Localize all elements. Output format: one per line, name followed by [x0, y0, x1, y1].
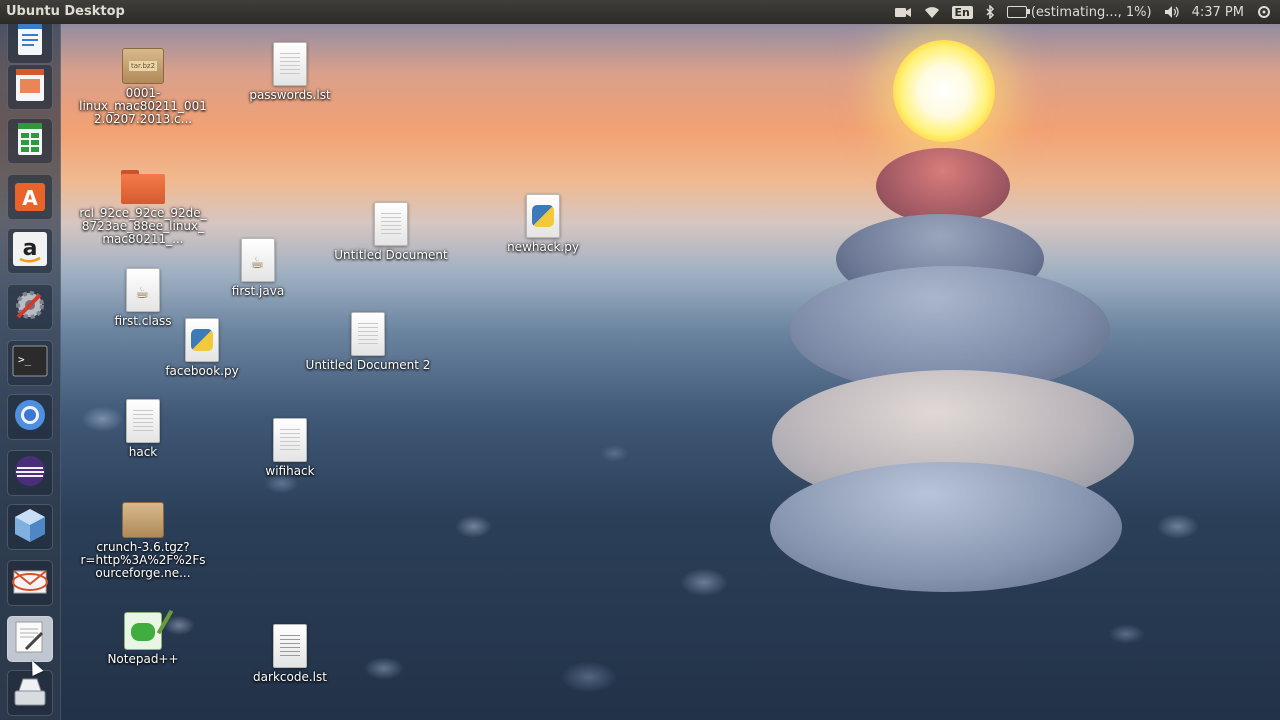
launcher-item-terminal[interactable]: >_ [7, 340, 53, 386]
java-file-icon: ☕ [241, 238, 275, 282]
launcher-item-software-center[interactable]: A [7, 174, 53, 220]
desktop-icon[interactable]: newhack.py [478, 192, 608, 254]
document-icon [126, 399, 160, 443]
desktop-icon[interactable]: darkcode.lst [225, 622, 355, 684]
svg-text:>_: >_ [18, 353, 32, 366]
python-file-icon [185, 318, 219, 362]
launcher-item-amazon[interactable]: a [7, 228, 53, 274]
launcher-item-drive[interactable] [7, 670, 53, 716]
wifi-icon[interactable] [924, 0, 940, 24]
folder-icon [121, 170, 165, 204]
launcher-item-eclipse[interactable] [7, 450, 53, 496]
svg-text:a: a [23, 236, 38, 261]
desktop-icon-label: darkcode.lst [253, 670, 327, 684]
amazon-icon: a [10, 229, 50, 273]
document-icon [351, 312, 385, 356]
desktop-icon-label: 0001-linux_mac80211_0012.0207.2013.c... [79, 86, 207, 126]
keyboard-layout-indicator[interactable]: En [951, 0, 973, 24]
wallpaper-stone [876, 148, 1010, 224]
document-icon [273, 42, 307, 86]
svg-text:A: A [22, 186, 38, 210]
power-gear-icon[interactable] [1256, 0, 1272, 24]
keyboard-icon: En [951, 5, 973, 19]
desktop-icon-label: crunch-3.6.tgz?r=http%3A%2F%2Fsourceforg… [80, 540, 206, 580]
top-panel: Ubuntu Desktop En (estimating..., 1%) 4:… [0, 0, 1280, 24]
camera-icon[interactable] [894, 0, 912, 24]
document-icon [273, 418, 307, 462]
desktop-icon[interactable]: ☕ first.java [193, 236, 323, 298]
python-file-icon [526, 194, 560, 238]
desktop-icon[interactable]: facebook.py [137, 316, 267, 378]
desktop-icon-label: passwords.lst [249, 88, 331, 102]
archive-icon: tar.bz2 [122, 48, 164, 84]
battery-text: (estimating..., 1%) [1030, 4, 1152, 20]
desktop-icon-label: first.java [231, 284, 285, 298]
launcher-item-chromium[interactable] [7, 394, 53, 440]
document-icon [273, 624, 307, 668]
desktop-icon-label: facebook.py [165, 364, 239, 378]
desktop-icon-label: rcl_92ce_92ce_92de_8723ae_88ee_linux_mac… [79, 206, 207, 246]
battery-icon [1006, 6, 1030, 18]
desktop-icon-label: hack [128, 445, 158, 459]
desktop-icon[interactable]: hack [78, 397, 208, 459]
drive-icon [10, 671, 50, 715]
notepad-plus-plus-icon [124, 609, 174, 650]
mail-icon [10, 561, 50, 605]
document-icon [374, 202, 408, 246]
launcher-item-calc[interactable] [7, 118, 53, 164]
java-file-icon: ☕ [126, 268, 160, 312]
launcher: A a >_ [0, 18, 61, 720]
calc-icon [10, 119, 50, 163]
archive-icon [122, 502, 164, 538]
desktop-icon[interactable]: Untitled Document 2 [303, 310, 433, 372]
desktop-icon[interactable]: tar.bz2 0001-linux_mac80211_0012.0207.20… [78, 38, 208, 126]
writer-icon [10, 19, 50, 63]
desktop-icon-label: Untitled Document 2 [305, 358, 431, 372]
eclipse-icon [10, 451, 50, 495]
launcher-item-virtualbox[interactable] [7, 504, 53, 550]
clock[interactable]: 4:37 PM [1192, 0, 1244, 24]
virtualbox-icon [10, 505, 50, 549]
launcher-item-settings[interactable] [7, 284, 53, 330]
desktop-icon[interactable]: rcl_92ce_92ce_92de_8723ae_88ee_linux_mac… [78, 158, 208, 246]
settings-icon [10, 285, 50, 329]
desktop-icon-label: wifihack [265, 464, 315, 478]
indicator-area: En (estimating..., 1%) 4:37 PM [894, 0, 1273, 24]
text-editor-icon [10, 617, 50, 661]
chromium-icon [10, 395, 50, 439]
launcher-item-writer[interactable] [7, 18, 53, 64]
launcher-item-text-editor[interactable] [7, 616, 53, 662]
impress-icon [10, 65, 50, 109]
battery-indicator[interactable]: (estimating..., 1%) [1006, 0, 1152, 24]
desktop-icon-label: Notepad++ [107, 652, 179, 666]
desktop-icon-label: Untitled Document [334, 248, 448, 262]
launcher-item-impress[interactable] [7, 64, 53, 110]
wallpaper-sun [893, 40, 995, 142]
volume-icon[interactable] [1164, 0, 1180, 24]
software-center-icon: A [10, 175, 50, 219]
desktop-icon[interactable]: Notepad++ [78, 604, 208, 666]
panel-title: Ubuntu Desktop [6, 4, 125, 19]
desktop-icon[interactable]: wifihack [225, 416, 355, 478]
desktop-icon[interactable]: passwords.lst [225, 40, 355, 102]
wallpaper-stone [770, 462, 1122, 592]
desktop-icon[interactable]: Untitled Document [326, 200, 456, 262]
launcher-item-mail[interactable] [7, 560, 53, 606]
bluetooth-icon[interactable] [985, 0, 995, 24]
desktop-icon[interactable]: crunch-3.6.tgz?r=http%3A%2F%2Fsourceforg… [78, 492, 208, 580]
terminal-icon: >_ [10, 341, 50, 385]
desktop-icon-label: newhack.py [507, 240, 579, 254]
